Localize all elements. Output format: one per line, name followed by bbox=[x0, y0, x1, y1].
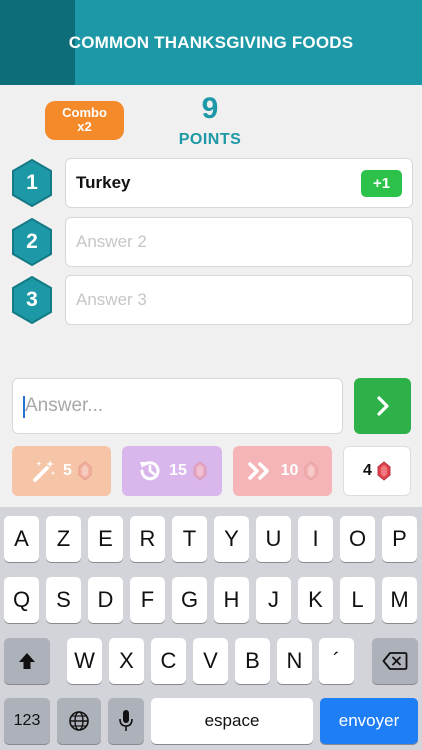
powerup-cost: 10 bbox=[280, 462, 299, 479]
microphone-key[interactable] bbox=[108, 698, 144, 744]
key[interactable]: E bbox=[88, 516, 123, 562]
send-key[interactable]: envoyer bbox=[320, 698, 418, 744]
gem-count: 4 bbox=[363, 462, 372, 479]
key[interactable]: Z bbox=[46, 516, 81, 562]
time-rewind-powerup-button[interactable]: 15 bbox=[122, 446, 222, 496]
space-key[interactable]: espace bbox=[151, 698, 313, 744]
shift-key[interactable] bbox=[4, 638, 50, 684]
submit-answer-button[interactable] bbox=[354, 378, 411, 434]
numbers-key[interactable]: 123 bbox=[4, 698, 50, 744]
key[interactable]: K bbox=[298, 577, 333, 623]
answer-slot-2: Answer 2 bbox=[65, 217, 413, 267]
key[interactable]: J bbox=[256, 577, 291, 623]
key[interactable]: Q bbox=[4, 577, 39, 623]
key[interactable]: F bbox=[130, 577, 165, 623]
key[interactable]: S bbox=[46, 577, 81, 623]
key[interactable]: C bbox=[151, 638, 186, 684]
key[interactable]: R bbox=[130, 516, 165, 562]
key[interactable]: V bbox=[193, 638, 228, 684]
answer-input-container[interactable] bbox=[12, 378, 343, 434]
combo-multiplier: x2 bbox=[77, 119, 92, 134]
answer-number-badge: 2 bbox=[11, 218, 53, 266]
key[interactable]: U bbox=[256, 516, 291, 562]
key[interactable]: ´ bbox=[319, 638, 354, 684]
magic-wand-icon bbox=[33, 460, 56, 482]
answer-placeholder: Answer 3 bbox=[76, 290, 147, 309]
magic-wand-powerup-button[interactable]: 5 bbox=[12, 446, 111, 496]
powerup-cost: 15 bbox=[169, 462, 187, 479]
quiz-title: COMMON THANKSGIVING FOODS bbox=[68, 33, 354, 52]
key[interactable]: T bbox=[172, 516, 207, 562]
fast-forward-icon bbox=[247, 462, 269, 480]
skip-powerup-button[interactable]: 10 bbox=[233, 446, 332, 496]
answer-text: Turkey bbox=[76, 173, 131, 192]
backspace-icon bbox=[382, 652, 408, 670]
gem-balance[interactable]: 4 bbox=[343, 446, 411, 496]
key[interactable]: H bbox=[214, 577, 249, 623]
combo-label: Combo bbox=[62, 105, 107, 120]
points-gained-badge: +1 bbox=[361, 170, 402, 197]
key[interactable]: L bbox=[340, 577, 375, 623]
powerup-cost: 5 bbox=[63, 462, 72, 479]
key[interactable]: W bbox=[67, 638, 102, 684]
history-icon bbox=[140, 461, 160, 481]
header-bar: COMMON THANKSGIVING FOODS bbox=[0, 0, 422, 85]
on-screen-keyboard: A Z E R T Y U I O P Q S D F G H J K L M … bbox=[0, 507, 422, 750]
answer-input[interactable] bbox=[25, 379, 340, 433]
key[interactable]: G bbox=[172, 577, 207, 623]
globe-icon bbox=[69, 711, 89, 731]
backspace-key[interactable] bbox=[372, 638, 418, 684]
answer-slot-1: Turkey +1 bbox=[65, 158, 413, 208]
globe-key[interactable] bbox=[57, 698, 101, 744]
key[interactable]: D bbox=[88, 577, 123, 623]
gem-icon bbox=[78, 461, 92, 481]
key[interactable]: A bbox=[4, 516, 39, 562]
key[interactable]: Y bbox=[214, 516, 249, 562]
combo-badge: Combo x2 bbox=[45, 101, 124, 140]
chevron-right-icon bbox=[376, 396, 389, 416]
gem-icon bbox=[304, 461, 318, 481]
answer-number-badge: 1 bbox=[11, 159, 53, 207]
key[interactable]: M bbox=[382, 577, 417, 623]
gem-icon bbox=[193, 461, 207, 481]
points-label: POINTS bbox=[178, 131, 242, 148]
key[interactable]: X bbox=[109, 638, 144, 684]
answer-placeholder: Answer 2 bbox=[76, 232, 147, 251]
answer-number-badge: 3 bbox=[11, 276, 53, 324]
shift-arrow-icon bbox=[19, 653, 35, 669]
key[interactable]: I bbox=[298, 516, 333, 562]
key[interactable]: O bbox=[340, 516, 375, 562]
points-value: 9 bbox=[201, 92, 219, 125]
key[interactable]: N bbox=[277, 638, 312, 684]
microphone-icon bbox=[119, 710, 133, 731]
key[interactable]: P bbox=[382, 516, 417, 562]
gem-icon bbox=[377, 461, 391, 481]
answer-slot-3: Answer 3 bbox=[65, 275, 413, 325]
key[interactable]: B bbox=[235, 638, 270, 684]
